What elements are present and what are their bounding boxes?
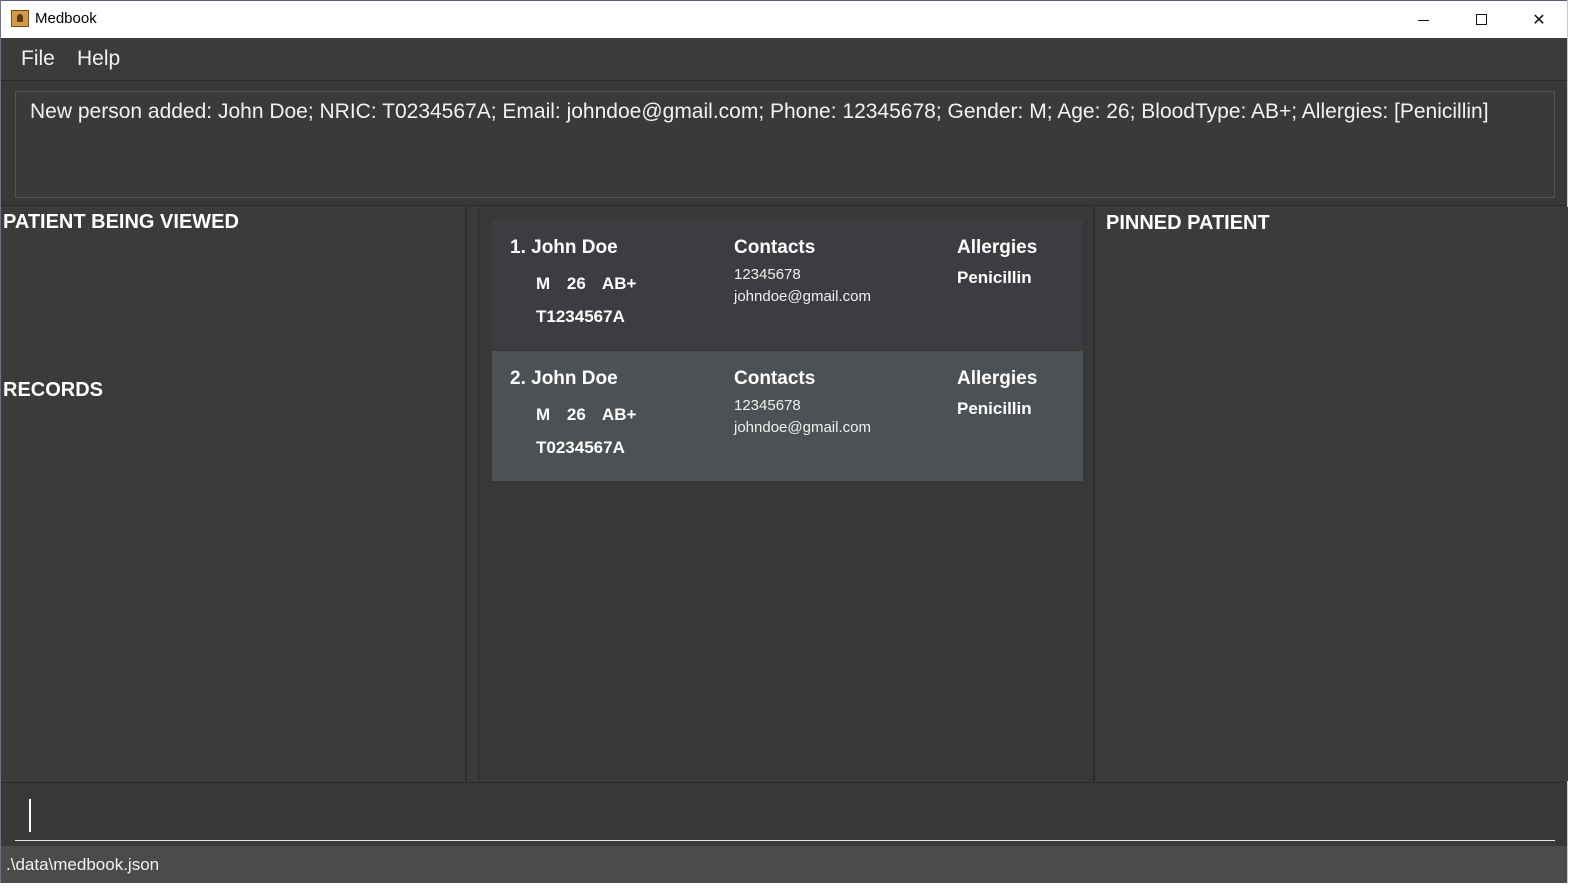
window-title: Medbook (35, 10, 97, 27)
menu-help[interactable]: Help (77, 47, 120, 71)
patient-being-viewed-heading: PATIENT BEING VIEWED (3, 211, 239, 233)
app-window: Medbook ✕ File Help New person added: Jo… (0, 0, 1568, 883)
menu-bar: File Help (1, 38, 1567, 81)
result-display[interactable]: New person added: John Doe; NRIC: T02345… (15, 91, 1555, 198)
patient-email: johndoe@gmail.com (734, 288, 871, 305)
result-message: New person added: John Doe; NRIC: T02345… (30, 100, 1489, 123)
patient-gender: M (536, 274, 551, 293)
minimize-icon (1417, 20, 1429, 21)
patient-gender: M (536, 405, 551, 424)
records-heading: RECORDS (3, 379, 104, 401)
command-box-area (1, 782, 1567, 845)
text-caret (29, 799, 31, 832)
patient-blood-type: AB+ (601, 274, 637, 293)
allergies-label: Allergies (957, 237, 1038, 258)
menu-file[interactable]: File (21, 47, 55, 71)
patient-phone: 12345678 (734, 397, 801, 414)
patient-card-selected[interactable]: 2. John Doe M 26 AB+ T0234567A Contacts … (492, 351, 1083, 481)
patient-list-panel[interactable]: 1. John Doe M 26 AB+ T1234567A Contacts … (478, 207, 1095, 781)
patient-email: johndoe@gmail.com (734, 419, 871, 436)
patient-allergy: Penicillin (957, 268, 1032, 287)
patient-view-panel: PATIENT BEING VIEWED RECORDS (1, 207, 467, 781)
title-bar[interactable]: Medbook ✕ (1, 0, 1567, 38)
pinned-patient-heading: PINNED PATIENT (1106, 212, 1270, 234)
command-input[interactable] (15, 791, 1555, 841)
status-bar: .\data\medbook.json (1, 846, 1567, 883)
patient-allergy: Penicillin (957, 399, 1032, 418)
patient-age: 26 (566, 405, 586, 424)
result-display-area: New person added: John Doe; NRIC: T02345… (1, 82, 1567, 206)
patient-blood-type: AB+ (601, 405, 637, 424)
close-button[interactable]: ✕ (1510, 1, 1568, 38)
minimize-button[interactable] (1394, 1, 1452, 38)
contacts-label: Contacts (734, 237, 816, 258)
patient-name: 1. John Doe (510, 237, 618, 258)
patient-nric: T1234567A (536, 307, 625, 326)
patient-nric: T0234567A (536, 438, 625, 457)
app-logo-icon (11, 10, 29, 27)
patient-details: M 26 AB+ (536, 405, 648, 425)
contacts-label: Contacts (734, 368, 816, 389)
maximize-icon (1475, 14, 1487, 25)
allergies-label: Allergies (957, 368, 1038, 389)
patient-name: 2. John Doe (510, 368, 618, 389)
maximize-button[interactable] (1452, 1, 1510, 38)
patient-age: 26 (566, 274, 586, 293)
save-file-path: .\data\medbook.json (6, 855, 160, 874)
pinned-patient-panel: PINNED PATIENT (1097, 207, 1568, 781)
patient-phone: 12345678 (734, 266, 801, 283)
patient-card[interactable]: 1. John Doe M 26 AB+ T1234567A Contacts … (492, 220, 1083, 350)
patient-details: M 26 AB+ (536, 274, 648, 294)
close-icon: ✕ (1532, 10, 1546, 29)
